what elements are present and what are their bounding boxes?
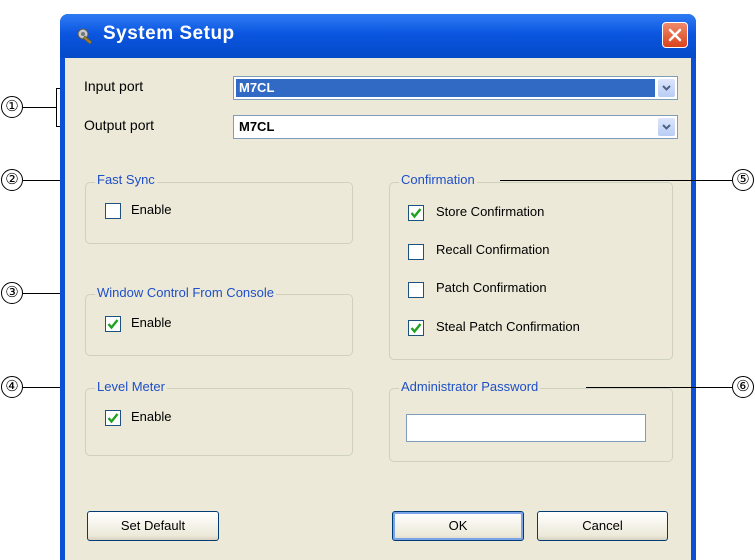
steal-patch-confirmation-checkbox[interactable] <box>408 320 424 336</box>
output-port-select[interactable]: M7CL <box>233 115 678 139</box>
input-port-dropdown-button[interactable] <box>658 79 675 97</box>
patch-confirmation-checkbox[interactable] <box>408 282 424 298</box>
admin-password-input[interactable] <box>406 414 646 442</box>
chevron-down-icon <box>662 85 671 91</box>
output-port-label: Output port <box>84 117 155 133</box>
checkmark-icon <box>107 413 119 424</box>
checkmark-icon <box>410 323 422 334</box>
window-title: System Setup <box>103 23 235 44</box>
fast-sync-enable-checkbox[interactable] <box>105 203 121 219</box>
system-setup-dialog: System Setup Input port M7CL Output port… <box>60 14 696 560</box>
store-confirmation-label: Store Confirmation <box>436 204 545 219</box>
callout-1: ① <box>1 96 23 118</box>
input-port-select[interactable]: M7CL <box>233 76 678 100</box>
callout-4: ④ <box>1 376 23 398</box>
input-port-value: M7CL <box>236 79 655 97</box>
callout-5: ⑤ <box>732 169 754 191</box>
steal-patch-confirmation-label: Steal Patch Confirmation <box>436 319 580 334</box>
confirmation-title: Confirmation <box>399 172 477 187</box>
callout-5-leader <box>500 180 732 181</box>
dialog-client-area: Input port M7CL Output port M7CL Fast Sy… <box>65 58 691 560</box>
callout-1-bracket <box>56 88 57 126</box>
title-bar[interactable]: System Setup <box>60 14 696 58</box>
callout-1-leader <box>23 107 56 108</box>
set-default-button[interactable]: Set Default <box>87 511 219 541</box>
output-port-dropdown-button[interactable] <box>658 118 675 136</box>
window-control-title: Window Control From Console <box>95 285 277 300</box>
level-meter-enable-checkbox[interactable] <box>105 410 121 426</box>
chevron-down-icon <box>662 124 671 130</box>
recall-confirmation-checkbox[interactable] <box>408 244 424 260</box>
patch-confirmation-label: Patch Confirmation <box>436 280 547 295</box>
tools-icon <box>77 28 93 45</box>
window-control-enable-checkbox[interactable] <box>105 316 121 332</box>
level-meter-enable-label: Enable <box>131 409 172 424</box>
store-confirmation-checkbox[interactable] <box>408 205 424 221</box>
fast-sync-group <box>85 182 353 244</box>
output-port-value: M7CL <box>239 119 275 134</box>
window-control-enable-label: Enable <box>131 315 172 330</box>
admin-password-title: Administrator Password <box>399 379 541 394</box>
callout-6-leader <box>586 387 732 388</box>
level-meter-title: Level Meter <box>95 379 167 394</box>
close-button[interactable] <box>662 22 688 48</box>
level-meter-group <box>85 388 353 456</box>
callout-3: ③ <box>1 282 23 304</box>
callout-2: ② <box>1 169 23 191</box>
fast-sync-enable-label: Enable <box>131 202 172 217</box>
checkmark-icon <box>410 208 422 219</box>
input-port-label: Input port <box>84 78 144 94</box>
fast-sync-title: Fast Sync <box>95 172 157 187</box>
close-icon <box>668 28 682 42</box>
window-control-group <box>85 294 353 356</box>
callout-6: ⑥ <box>732 376 754 398</box>
cancel-button[interactable]: Cancel <box>537 511 668 541</box>
ok-button[interactable]: OK <box>392 511 524 541</box>
recall-confirmation-label: Recall Confirmation <box>436 242 550 257</box>
checkmark-icon <box>107 319 119 330</box>
